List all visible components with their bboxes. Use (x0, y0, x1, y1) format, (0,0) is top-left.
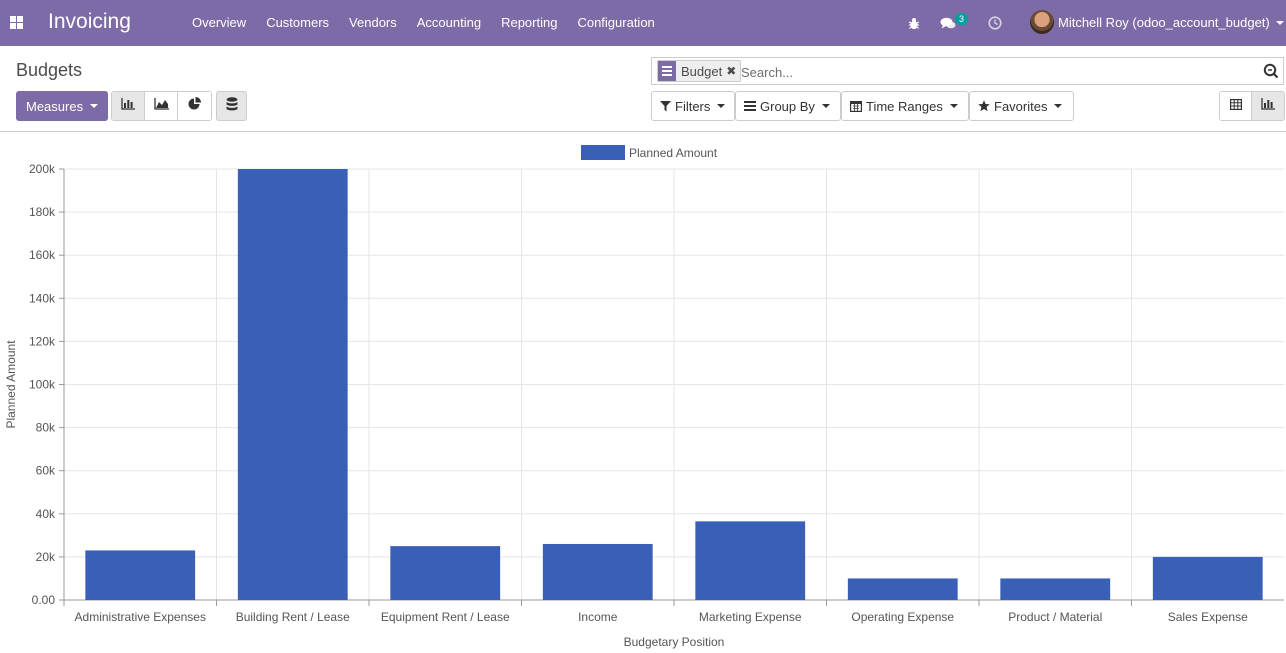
search-bar: Budget ✖ (651, 57, 1284, 85)
bar (237, 169, 348, 600)
favorites-label: Favorites (994, 98, 1048, 114)
search-input[interactable] (741, 62, 1241, 82)
table-icon (1229, 97, 1242, 115)
y-tick-label: 60k (36, 464, 56, 478)
bar (847, 578, 958, 600)
y-tick-label: 180k (29, 205, 56, 219)
x-tick-label: Building Rent / Lease (236, 610, 350, 624)
chevron-down-icon (90, 104, 99, 108)
menu-item-vendors[interactable]: Vendors (339, 0, 407, 46)
chevron-down-icon (949, 104, 958, 108)
y-tick-label: 160k (29, 248, 56, 262)
bar (85, 550, 196, 600)
legend-label: Planned Amount (629, 146, 718, 160)
graph-view-button[interactable] (1252, 92, 1284, 120)
view-switcher (1219, 91, 1285, 121)
measures-label: Measures (26, 98, 84, 114)
y-tick-label: 120k (29, 334, 56, 348)
x-axis-title: Budgetary Position (624, 635, 725, 649)
apps-grid-icon[interactable] (10, 16, 23, 29)
menu-item-customers[interactable]: Customers (256, 0, 339, 46)
bar (390, 546, 501, 600)
line-chart-button[interactable] (145, 92, 178, 120)
time-ranges-dropdown[interactable]: Time Ranges (841, 91, 969, 121)
x-tick-label: Income (578, 610, 618, 624)
area-chart-icon (153, 97, 169, 115)
chat-icon[interactable] (940, 0, 956, 46)
facet-value: Budget (681, 63, 723, 79)
bar-chart: 0.00 20k 40k 60k 80k 100k 120k 140k 160k 180k 200k… (4, 145, 1284, 649)
y-tick-label: 100k (29, 378, 56, 392)
filter-icon (660, 100, 671, 112)
top-navbar: Invoicing Overview Customers Vendors Acc… (0, 0, 1286, 46)
pivot-view-button[interactable] (1220, 92, 1252, 120)
bar-chart-icon (121, 97, 135, 115)
chevron-down-icon (717, 104, 726, 108)
list-icon (744, 101, 756, 111)
database-icon (226, 96, 238, 116)
legend-swatch (581, 145, 625, 160)
y-tick-label: 20k (36, 550, 56, 564)
y-tick-label: 200k (29, 162, 56, 176)
y-tick-label: 140k (29, 291, 56, 305)
bar-chart-icon (1261, 97, 1275, 115)
star-icon (978, 100, 990, 112)
filters-dropdown[interactable]: Filters (651, 91, 735, 121)
app-title: Invoicing (48, 10, 131, 33)
bar (695, 521, 806, 600)
clock-icon[interactable] (988, 0, 1002, 46)
y-tick-label: 40k (36, 507, 56, 521)
x-tick-label: Operating Expense (851, 610, 954, 624)
chevron-down-icon (1054, 104, 1063, 108)
chevron-down-icon (821, 104, 830, 108)
chevron-down-icon[interactable] (1276, 21, 1284, 25)
group-by-dropdown[interactable]: Group By (735, 91, 841, 121)
search-icon[interactable] (1263, 63, 1279, 79)
close-icon[interactable]: ✖ (726, 64, 740, 78)
y-tick-label: 80k (36, 421, 56, 435)
chart-type-group (111, 91, 212, 121)
menu-item-accounting[interactable]: Accounting (407, 0, 491, 46)
bug-icon[interactable] (908, 0, 920, 46)
bar (542, 543, 653, 600)
menu-item-overview[interactable]: Overview (182, 0, 256, 46)
time-ranges-label: Time Ranges (866, 98, 943, 114)
filters-label: Filters (675, 98, 711, 114)
bar (1000, 578, 1111, 600)
bar (1152, 556, 1263, 600)
x-tick-label: Equipment Rent / Lease (381, 610, 510, 624)
search-facet: Budget ✖ (657, 60, 742, 82)
page-title: Budgets (16, 60, 83, 80)
pie-chart-button[interactable] (178, 92, 211, 120)
pie-chart-icon (188, 97, 201, 115)
groupby-icon (658, 61, 676, 81)
x-tick-label: Marketing Expense (699, 610, 802, 624)
menu-item-configuration[interactable]: Configuration (567, 0, 664, 46)
y-tick-label: 0.00 (32, 593, 56, 607)
bar-chart-button[interactable] (112, 92, 145, 120)
chat-count-badge: 3 (955, 13, 969, 25)
measures-button[interactable]: Measures (16, 91, 108, 121)
x-tick-label: Sales Expense (1168, 610, 1248, 624)
x-tick-label: Administrative Expenses (75, 610, 206, 624)
favorites-dropdown[interactable]: Favorites (969, 91, 1074, 121)
menu-item-reporting[interactable]: Reporting (491, 0, 567, 46)
user-avatar[interactable] (1030, 10, 1054, 34)
calendar-icon (850, 100, 862, 112)
x-tick-label: Product / Material (1008, 610, 1102, 624)
group-by-label: Group By (760, 98, 815, 114)
y-axis-title: Planned Amount (4, 340, 18, 429)
main-menu: Overview Customers Vendors Accounting Re… (182, 0, 665, 46)
user-name[interactable]: Mitchell Roy (odoo_account_budget) (1058, 15, 1270, 30)
stacked-toggle-button[interactable] (216, 91, 247, 121)
